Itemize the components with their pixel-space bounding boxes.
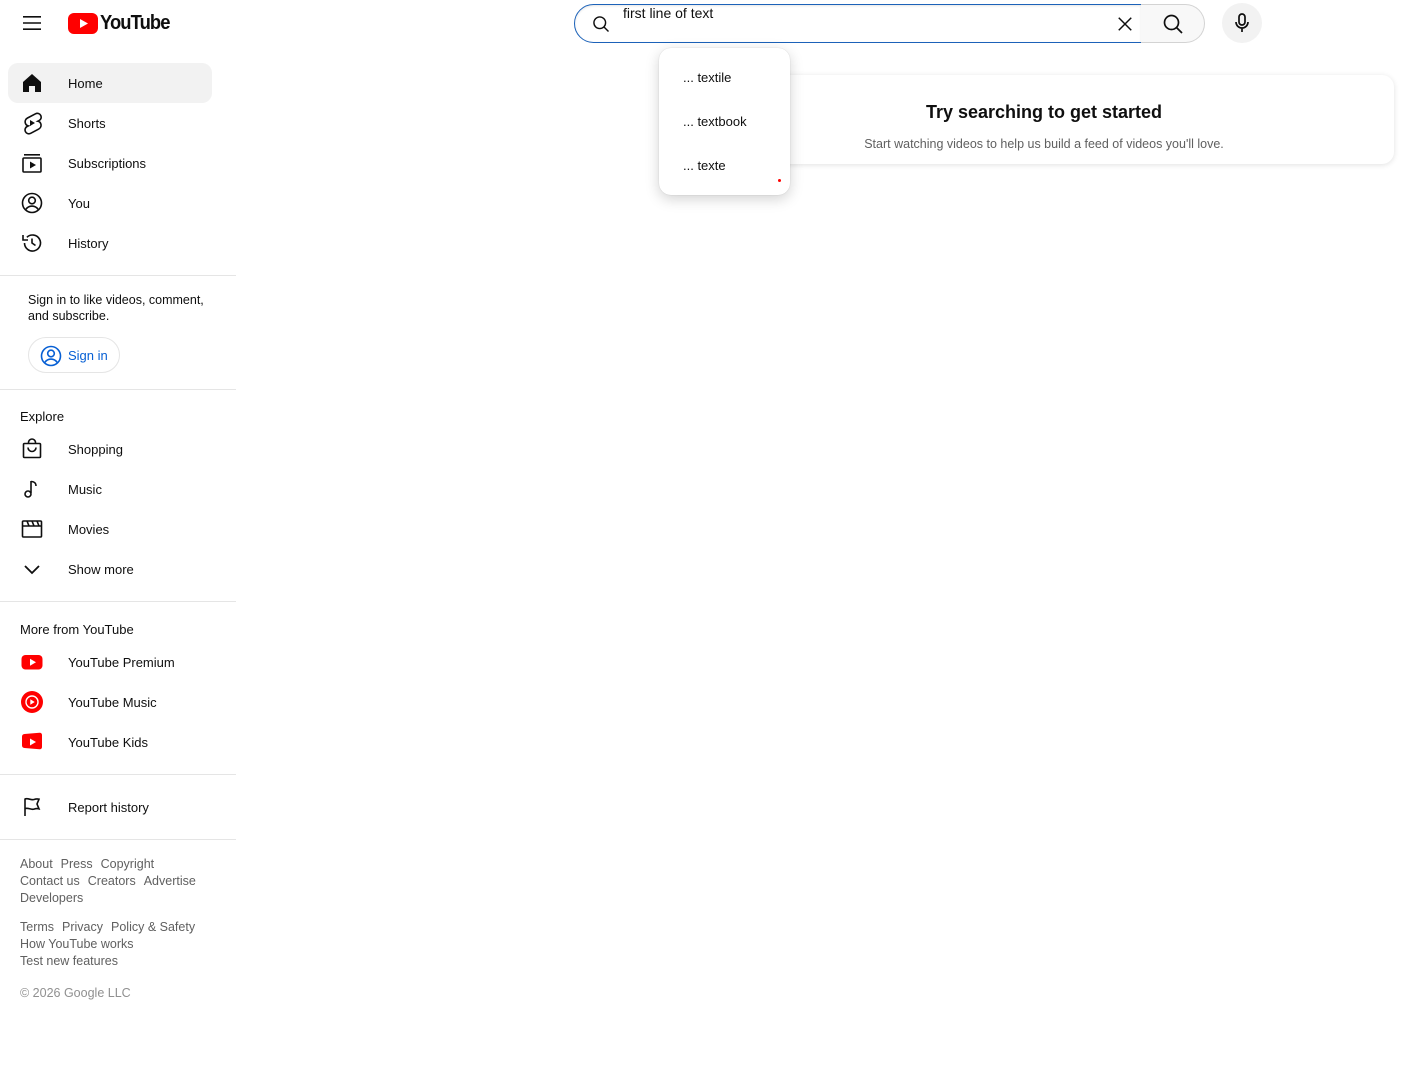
empty-feed-subtitle: Start watching videos to help us build a… <box>864 137 1224 151</box>
empty-feed-title: Try searching to get started <box>925 102 1163 122</box>
footer-link-press[interactable]: Press <box>61 857 93 871</box>
history-icon <box>20 231 44 255</box>
sidebar-item-label: Report history <box>68 799 149 815</box>
guide-menu-button[interactable] <box>12 3 52 43</box>
footer-link-test-new-features[interactable]: Test new features <box>20 954 118 968</box>
footer-link-policy-safety[interactable]: Policy & Safety <box>111 920 195 934</box>
search-input[interactable] <box>623 3 1083 23</box>
sidebar-item-you[interactable]: You <box>8 183 212 223</box>
footer-links-secondary: Terms Privacy Policy & Safety How YouTube … <box>20 919 220 970</box>
sidebar-item-label: Shorts <box>68 115 106 131</box>
sidebar-item-label: Movies <box>68 521 110 537</box>
sidebar-item-label: You <box>68 195 90 211</box>
search-suggestions: ... textile ... textbook ... texte <box>659 48 790 195</box>
suggestion-item[interactable]: ... textile <box>659 56 790 100</box>
home-icon <box>20 71 44 95</box>
sidebar-item-label: Music <box>68 481 102 497</box>
more-from-youtube-heading: More from YouTube <box>20 622 134 637</box>
music-note-icon <box>20 477 44 501</box>
clear-search-button[interactable] <box>1110 9 1140 39</box>
suggestion-item[interactable]: ... texte <box>659 144 790 188</box>
search-box[interactable] <box>574 3 1142 43</box>
signin-button-label: Sign in <box>68 347 108 363</box>
sidebar-item-show-more[interactable]: Show more <box>8 549 212 589</box>
sidebar-divider <box>0 601 236 602</box>
footer-link-privacy[interactable]: Privacy <box>62 920 103 934</box>
sidebar-item-youtube-premium[interactable]: YouTube Premium <box>8 642 212 682</box>
indicator-dot <box>778 179 781 182</box>
close-icon <box>1118 17 1132 31</box>
footer-link-contact[interactable]: Contact us <box>20 874 80 888</box>
sidebar-item-history[interactable]: History <box>8 223 212 263</box>
footer-link-about[interactable]: About <box>20 857 53 871</box>
sidebar-divider <box>0 839 236 840</box>
shorts-icon <box>20 111 44 135</box>
youtube-logo-icon <box>68 12 98 34</box>
shopping-bag-icon <box>20 437 44 461</box>
youtube-logo[interactable]: YouTube <box>68 11 176 35</box>
footer-link-how-youtube-works[interactable]: How YouTube works <box>20 937 134 951</box>
sidebar-item-home[interactable]: Home <box>8 63 212 103</box>
sidebar-item-label: Home <box>68 75 103 91</box>
sidebar-item-report-history[interactable]: Report history <box>8 787 212 827</box>
account-icon <box>20 191 44 215</box>
footer-link-copyright[interactable]: Copyright <box>101 857 155 871</box>
logo-wordmark: YouTube <box>100 11 170 34</box>
youtube-premium-icon <box>20 650 44 674</box>
suggestion-item[interactable]: ... textbook <box>659 100 790 144</box>
sidebar-divider <box>0 389 236 390</box>
sidebar-item-youtube-music[interactable]: YouTube Music <box>8 682 212 722</box>
footer-link-terms[interactable]: Terms <box>20 920 54 934</box>
footer-link-advertise[interactable]: Advertise <box>144 874 196 888</box>
clapperboard-icon <box>20 517 44 541</box>
empty-feed-card: Try searching to get started Start watch… <box>694 75 1394 164</box>
footer-link-developers[interactable]: Developers <box>20 891 83 905</box>
sidebar-divider <box>0 275 236 276</box>
sidebar-item-label: History <box>68 235 109 251</box>
signin-button[interactable]: Sign in <box>28 337 120 373</box>
sidebar-item-youtube-kids[interactable]: YouTube Kids <box>8 722 212 762</box>
flag-icon <box>20 795 44 819</box>
account-icon <box>39 344 63 368</box>
sidebar-item-shorts[interactable]: Shorts <box>8 103 212 143</box>
chevron-down-icon <box>20 557 44 581</box>
copyright-notice: © 2026 Google LLC <box>20 986 131 1000</box>
subscriptions-icon <box>20 151 44 175</box>
sidebar-guide: Home Shorts Subscriptions You History Si… <box>0 56 236 1071</box>
microphone-icon <box>1235 13 1249 32</box>
sidebar-item-label: YouTube Kids <box>68 734 148 750</box>
signin-prompt: Sign in to like videos, comment, and sub… <box>28 293 204 323</box>
sidebar-item-subscriptions[interactable]: Subscriptions <box>8 143 212 183</box>
sidebar-item-shopping[interactable]: Shopping <box>8 429 212 469</box>
sidebar-item-label: Show more <box>68 561 134 577</box>
sidebar-item-label: YouTube Music <box>68 694 157 710</box>
youtube-kids-icon <box>20 730 44 754</box>
youtube-music-icon <box>20 690 44 714</box>
footer-links-primary: About Press Copyright Contact us Creators Ad… <box>20 856 220 907</box>
sidebar-item-movies[interactable]: Movies <box>8 509 212 549</box>
sidebar-item-music[interactable]: Music <box>8 469 212 509</box>
search-button[interactable] <box>1141 4 1205 43</box>
explore-heading: Explore <box>20 409 65 424</box>
sidebar-divider <box>0 774 236 775</box>
voice-search-button[interactable] <box>1222 3 1262 43</box>
search-icon <box>593 16 610 33</box>
hamburger-menu-icon <box>23 16 41 30</box>
sidebar-item-label: Shopping <box>68 441 123 457</box>
search-icon <box>1163 14 1183 34</box>
sidebar-item-label: Subscriptions <box>68 155 147 171</box>
sidebar-item-label: YouTube Premium <box>68 654 175 670</box>
footer-link-creators[interactable]: Creators <box>88 874 136 888</box>
